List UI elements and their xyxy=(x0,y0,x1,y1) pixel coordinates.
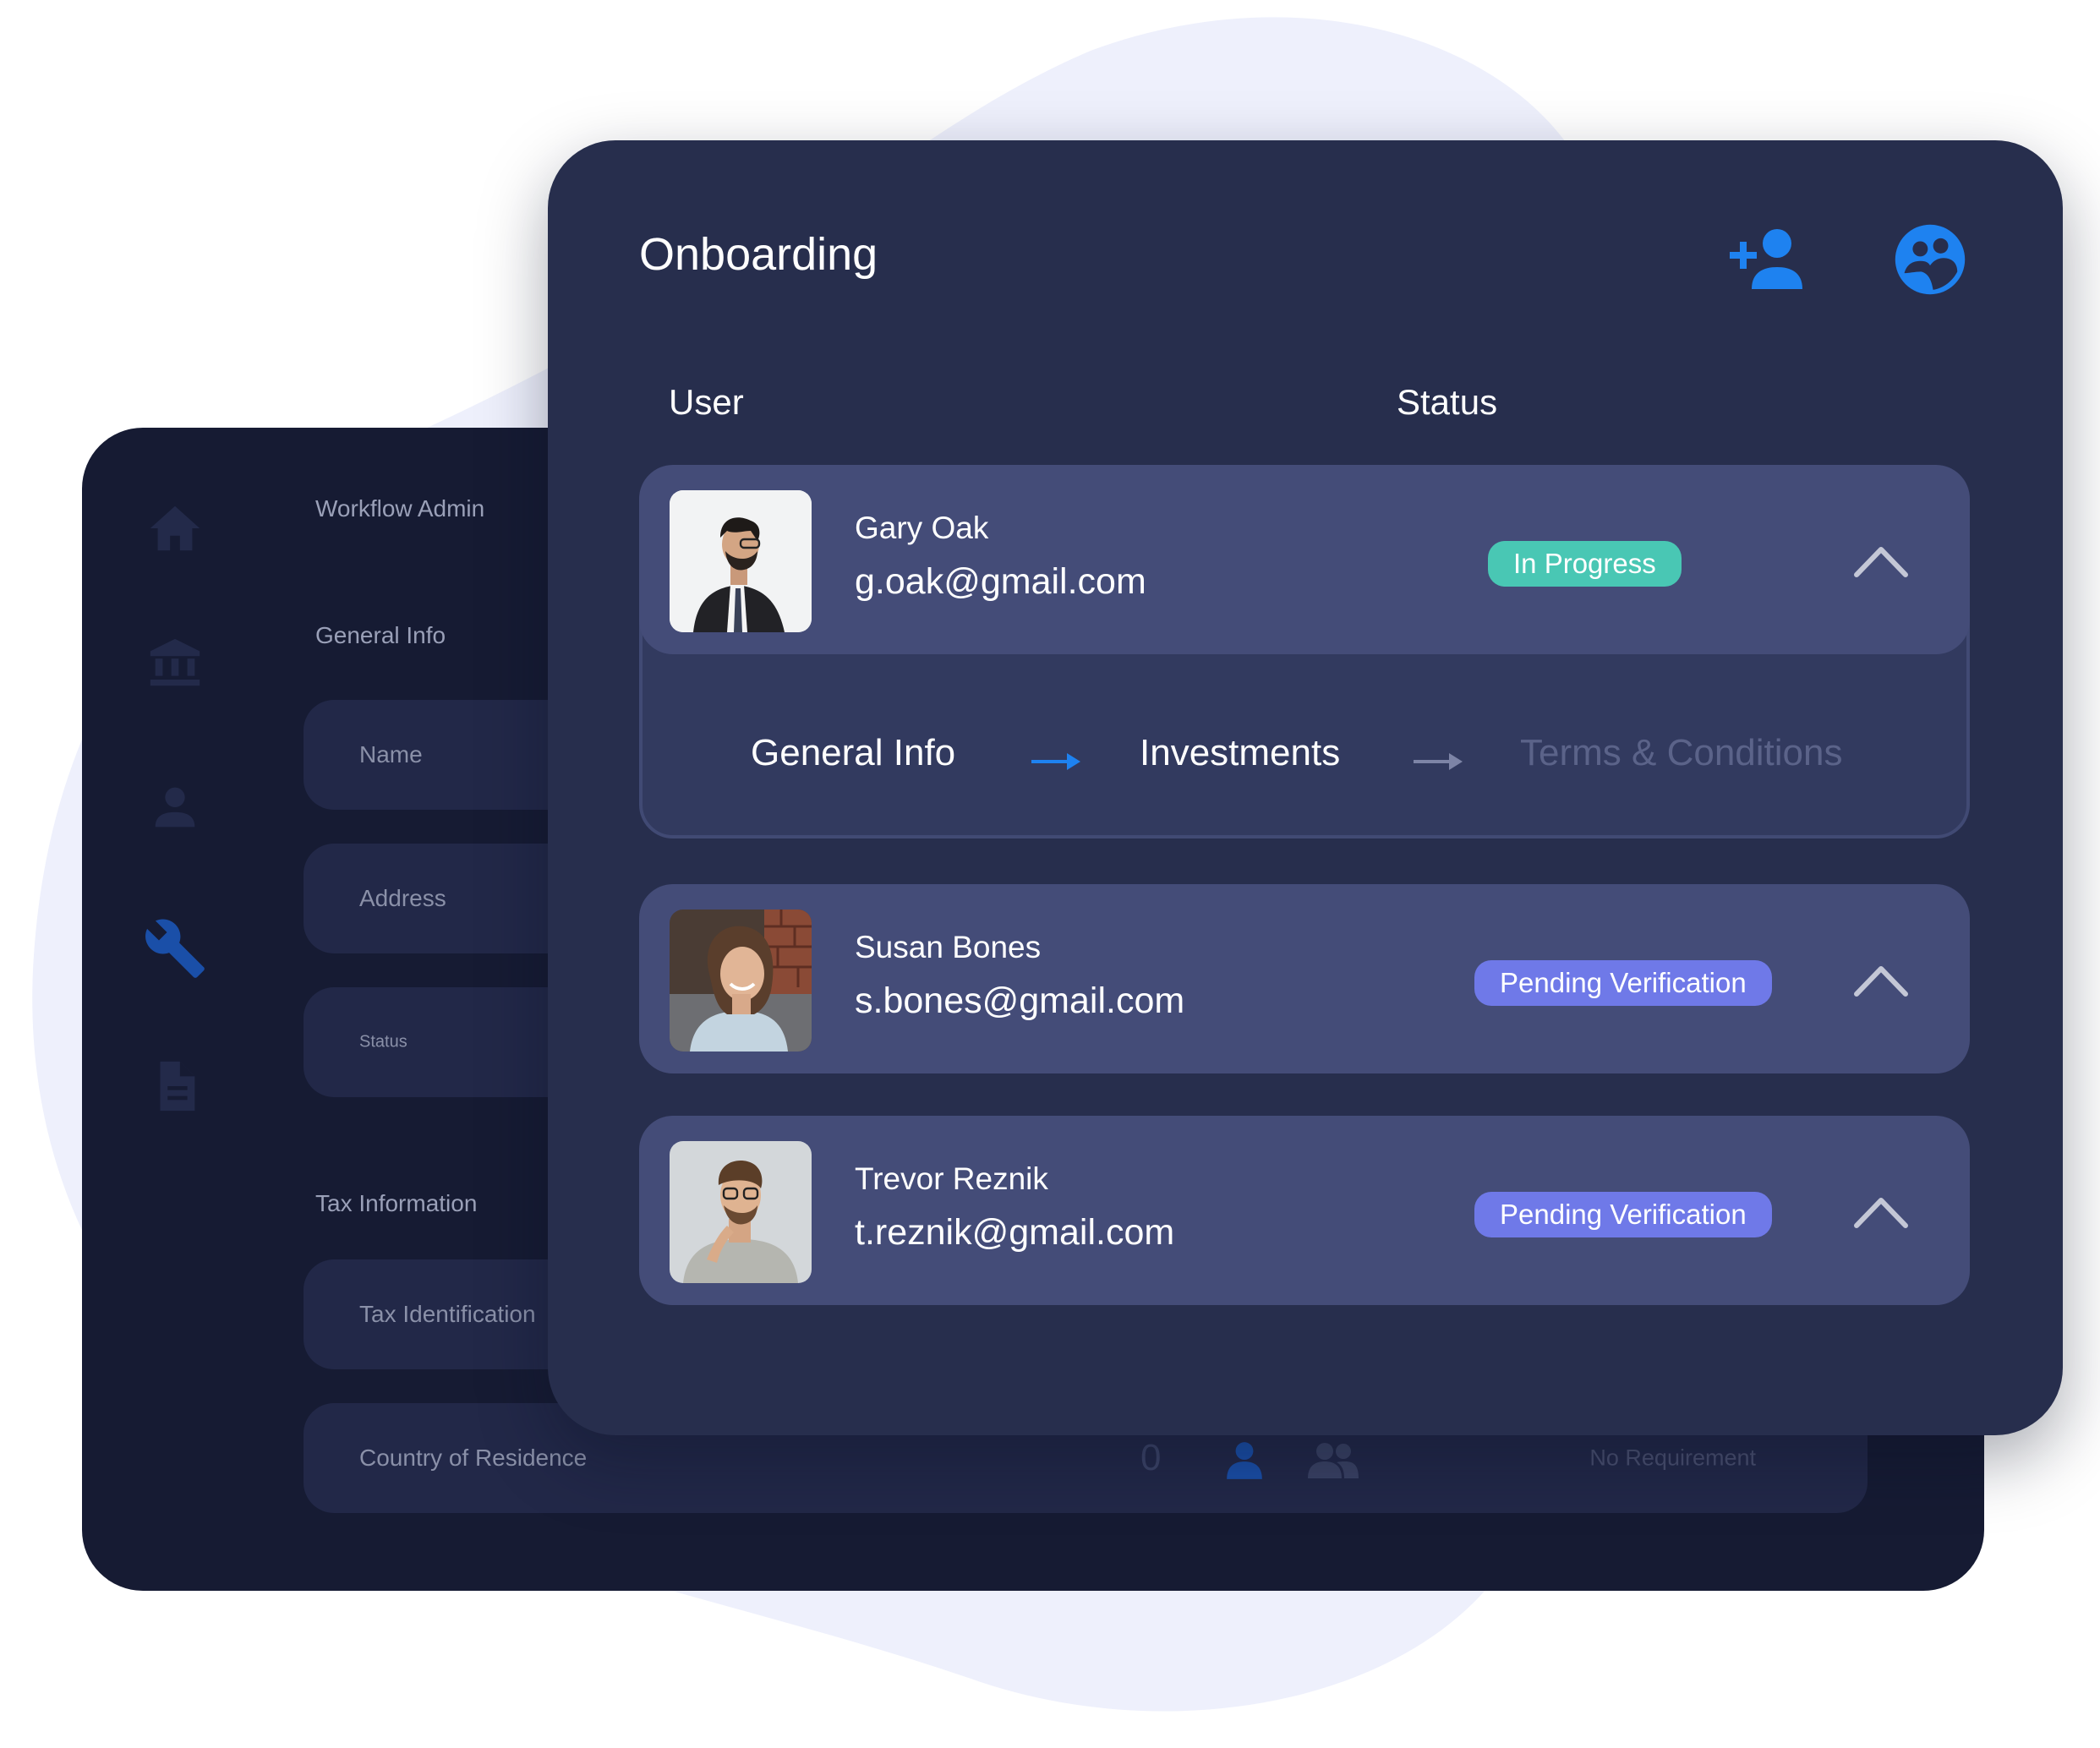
avatar xyxy=(670,1141,812,1283)
country-count: 0 xyxy=(1140,1437,1162,1478)
step-general-info[interactable]: General Info xyxy=(751,732,955,774)
status-badge: Pending Verification xyxy=(1474,960,1772,1006)
tax-identification-label: Tax Identification xyxy=(359,1301,536,1327)
add-user-icon[interactable] xyxy=(1723,227,1804,291)
status-column-header[interactable]: Status xyxy=(1397,382,1497,423)
status-field-label: Status xyxy=(359,1032,407,1052)
step-terms-and-conditions[interactable]: Terms & Conditions xyxy=(1520,732,1842,774)
user-name: Susan Bones xyxy=(855,930,1042,964)
name-field-label: Name xyxy=(359,741,423,767)
chevron-up-icon[interactable] xyxy=(1853,962,1909,999)
user-row[interactable]: Susan Bones s.bones@gmail.com Pending Ve… xyxy=(639,884,1970,1073)
onboarding-steps: General Info Investments Terms & Conditi… xyxy=(643,715,1966,791)
user-column-header[interactable]: User xyxy=(669,382,744,423)
arrow-right-icon xyxy=(1031,753,1080,770)
chevron-up-icon[interactable] xyxy=(1853,543,1909,580)
arrow-right-icon xyxy=(1414,753,1463,770)
account-circle-icon[interactable] xyxy=(1894,223,1966,296)
user-row[interactable]: Trevor Reznik t.reznik@gmail.com Pending… xyxy=(639,1116,1970,1305)
home-icon[interactable] xyxy=(145,499,205,558)
avatar xyxy=(670,910,812,1052)
user-email: t.reznik@gmail.com xyxy=(855,1212,1175,1253)
person-icon[interactable] xyxy=(145,778,205,837)
wrench-icon[interactable] xyxy=(143,916,207,981)
user-email: s.bones@gmail.com xyxy=(855,981,1185,1021)
workflow-admin-label: Workflow Admin xyxy=(315,495,485,522)
country-of-residence-label: Country of Residence xyxy=(359,1445,588,1471)
address-field-label: Address xyxy=(359,885,446,911)
onboarding-panel: Onboarding User Status General Info Inve… xyxy=(548,140,2063,1435)
document-icon[interactable] xyxy=(145,1057,205,1116)
user-row[interactable]: Gary Oak g.oak@gmail.com In Progress xyxy=(639,465,1970,654)
status-badge: In Progress xyxy=(1488,541,1682,587)
tax-information-section-label: Tax Information xyxy=(315,1190,478,1216)
user-email: g.oak@gmail.com xyxy=(855,561,1146,602)
step-investments[interactable]: Investments xyxy=(1140,732,1340,774)
user-name: Gary Oak xyxy=(855,511,989,545)
user-name: Trevor Reznik xyxy=(855,1161,1048,1196)
status-badge: Pending Verification xyxy=(1474,1192,1772,1237)
general-info-section-label: General Info xyxy=(315,622,446,648)
group-icon[interactable] xyxy=(1306,1439,1360,1481)
single-person-icon[interactable] xyxy=(1223,1439,1266,1481)
chevron-up-icon[interactable] xyxy=(1853,1194,1909,1231)
page-title: Onboarding xyxy=(639,229,878,280)
bank-icon[interactable] xyxy=(145,634,205,693)
country-requirement-text: No Requirement xyxy=(1589,1445,1756,1471)
avatar xyxy=(670,490,812,632)
